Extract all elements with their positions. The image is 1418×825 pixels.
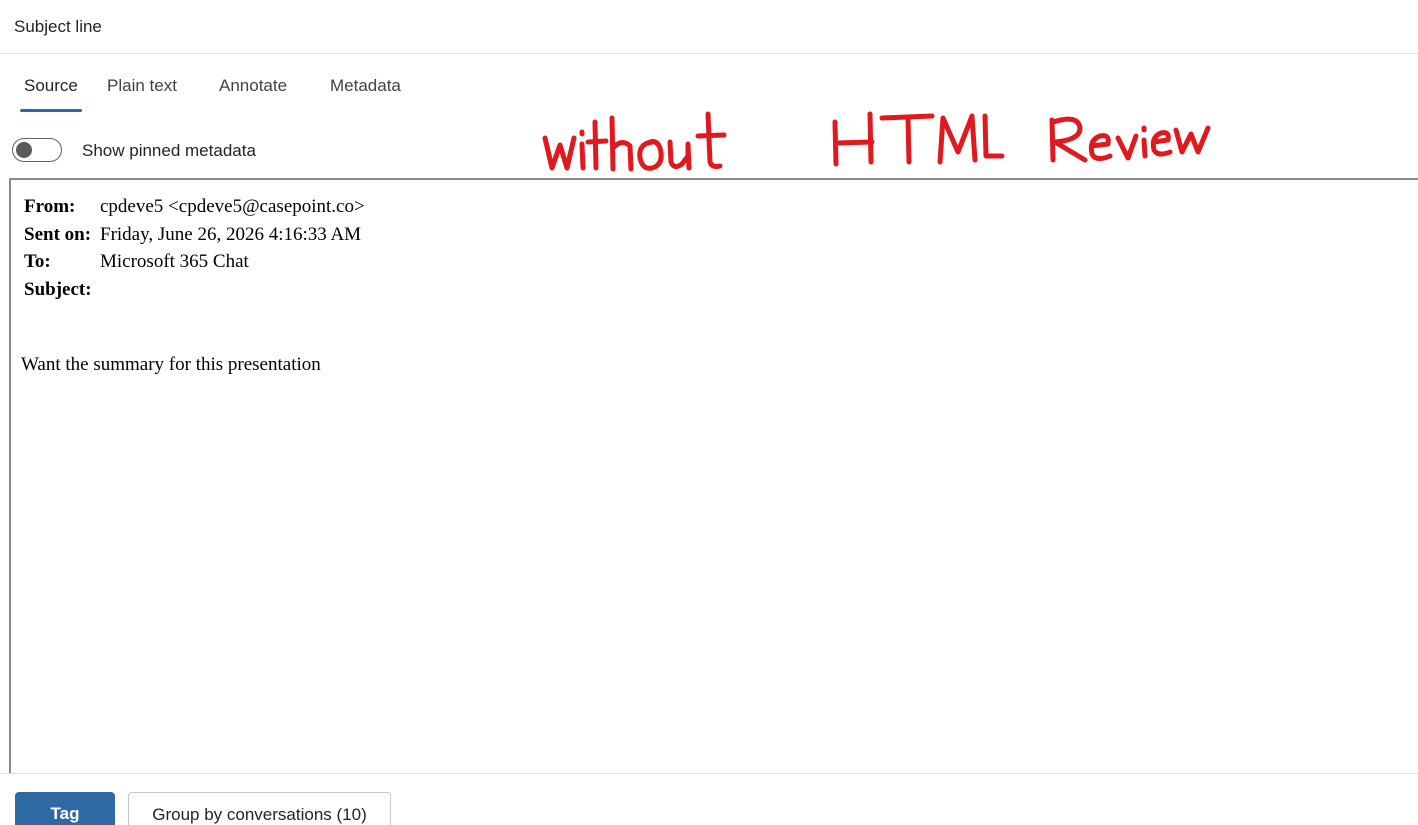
tab-plain-text[interactable]: Plain text bbox=[107, 76, 177, 106]
panel-header: Subject line bbox=[0, 0, 1418, 54]
active-tab-indicator bbox=[20, 109, 82, 112]
email-from-row: From: cpdeve5 <cpdeve5@casepoint.co> bbox=[24, 193, 365, 221]
tab-source[interactable]: Source bbox=[24, 76, 78, 106]
action-footer: Tag Group by conversations (10) bbox=[0, 773, 1418, 825]
from-label: From: bbox=[24, 196, 76, 217]
subject-label: Subject: bbox=[24, 278, 92, 300]
document-review-panel: Subject line Source Plain text Annotate … bbox=[0, 0, 1418, 825]
page-title: Subject line bbox=[14, 17, 102, 36]
email-to-row: To: Microsoft 365 Chat bbox=[24, 248, 365, 276]
tab-metadata[interactable]: Metadata bbox=[330, 76, 401, 106]
tag-button[interactable]: Tag bbox=[15, 792, 115, 825]
tab-annotate[interactable]: Annotate bbox=[219, 76, 287, 106]
sent-on-label: Sent on: bbox=[24, 223, 92, 245]
email-subject-row: Subject: bbox=[24, 276, 365, 304]
sent-on-value: Friday, June 26, 2026 4:16:33 AM bbox=[100, 223, 362, 245]
pinned-metadata-toggle[interactable] bbox=[12, 138, 62, 162]
to-label: To: bbox=[24, 251, 51, 272]
to-value: Microsoft 365 Chat bbox=[100, 251, 249, 272]
email-header-fields: From: cpdeve5 <cpdeve5@casepoint.co> Sent… bbox=[24, 193, 365, 303]
group-by-conversations-button[interactable]: Group by conversations (10) bbox=[128, 792, 391, 825]
from-value: cpdeve5 <cpdeve5@casepoint.co> bbox=[100, 196, 365, 217]
handwritten-annotation bbox=[542, 111, 1211, 172]
document-source-viewer[interactable]: From: cpdeve5 <cpdeve5@casepoint.co> Sent… bbox=[9, 178, 1418, 774]
toggle-knob bbox=[16, 142, 32, 158]
email-body: Want the summary for this presentation bbox=[21, 354, 321, 375]
email-sent-row: Sent on: Friday, June 26, 2026 4:16:33 AM bbox=[24, 221, 365, 249]
toggle-label: Show pinned metadata bbox=[82, 141, 256, 160]
